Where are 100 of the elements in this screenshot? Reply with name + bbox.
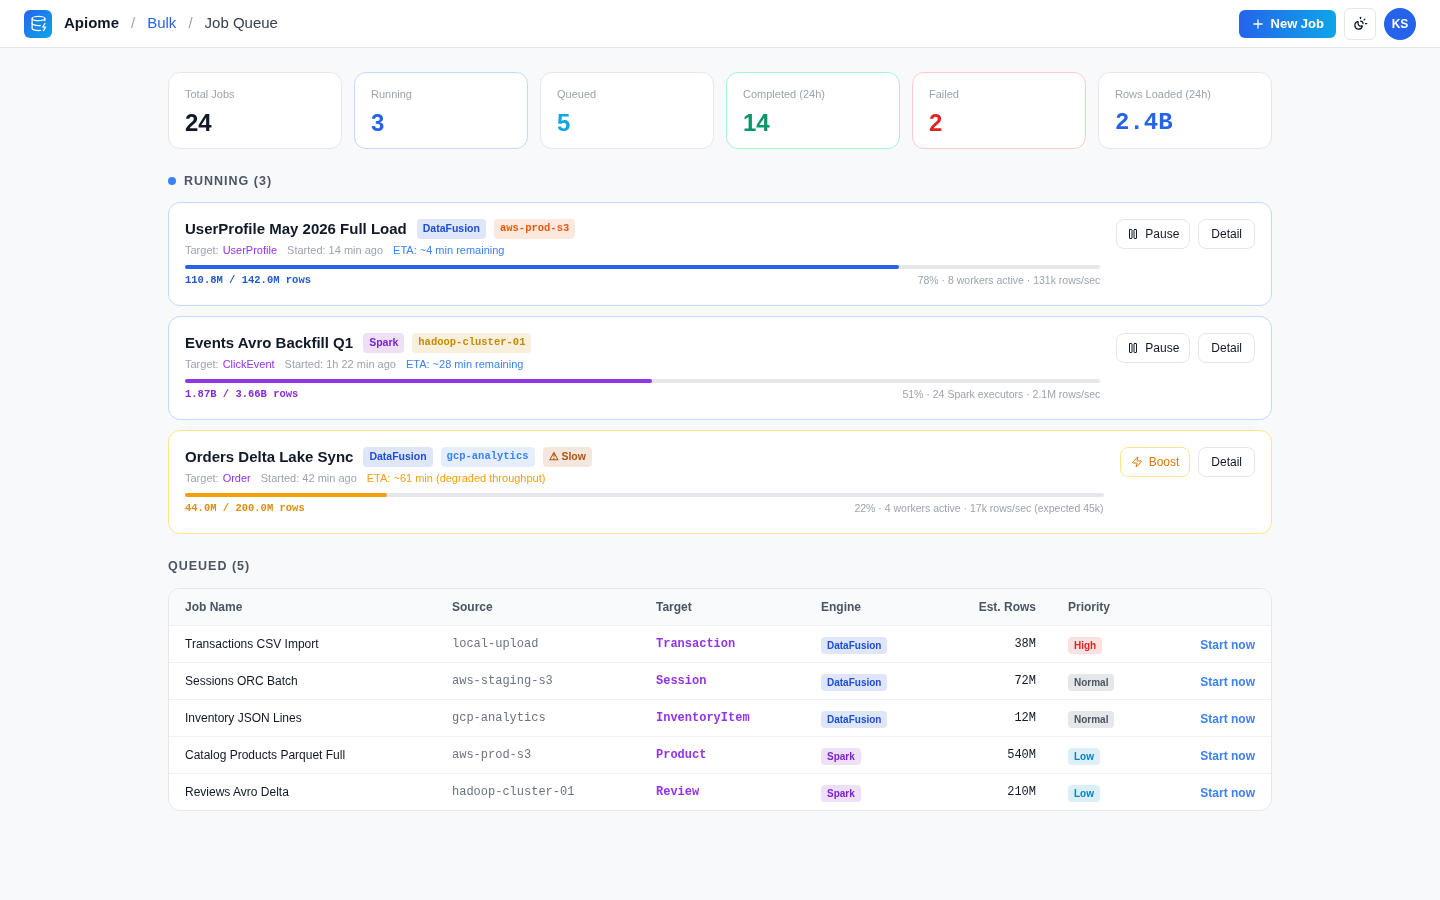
breadcrumb-separator: / xyxy=(131,13,136,34)
column-header: Est. Rows xyxy=(945,589,1052,625)
priority-badge: Normal xyxy=(1068,673,1115,691)
table-cell: 540M xyxy=(945,736,1052,773)
section-title: QUEUED (5) xyxy=(168,557,251,575)
plus-icon xyxy=(1250,16,1265,31)
detail-button[interactable]: Detail xyxy=(1198,333,1255,363)
job-title: UserProfile May 2026 Full Load xyxy=(185,218,407,239)
brand-name: Apiome xyxy=(64,13,119,34)
breadcrumb-separator: / xyxy=(188,13,193,34)
table-cell: Transaction xyxy=(640,625,805,662)
table-cell: Transactions CSV Import xyxy=(169,625,436,662)
moon-icon xyxy=(1352,16,1368,31)
source-tag: aws-prod-s3 xyxy=(493,219,576,239)
table-cell: 72M xyxy=(945,662,1052,699)
engine-badge: Spark xyxy=(821,784,861,802)
column-header: Target xyxy=(640,589,805,625)
breadcrumb-link[interactable]: Bulk xyxy=(147,12,177,35)
stat-value: 14 xyxy=(743,108,771,138)
throughput-text: 22% · 4 workers active · 17k rows/sec (expected 45k) xyxy=(854,501,1104,517)
stat-label: Total Jobs xyxy=(185,87,236,102)
stat-value: 24 xyxy=(185,108,213,138)
engine-badge: DataFusion xyxy=(821,636,888,654)
table-cell: Sessions ORC Batch xyxy=(169,662,436,699)
throughput-text: 78% · 8 workers active · 131k rows/sec xyxy=(917,273,1101,289)
started-text: Started: 1h 22 min ago xyxy=(284,357,396,372)
started-text: Started: 14 min ago xyxy=(287,243,384,258)
start-now-link[interactable]: Start now xyxy=(1200,674,1255,689)
table-cell: Catalog Products Parquet Full xyxy=(169,736,436,773)
engine-badge: DataFusion xyxy=(821,710,888,728)
user-avatar[interactable]: KS xyxy=(1384,7,1416,40)
engine-tag: DataFusion xyxy=(416,219,486,239)
column-header: Source xyxy=(436,589,640,625)
stat-label: Rows Loaded (24h) xyxy=(1115,87,1212,102)
column-header: Job Name xyxy=(169,589,436,625)
eta-text: ETA: ~28 min remaining xyxy=(405,357,524,372)
stat-label: Queued xyxy=(557,87,598,102)
column-header: Priority xyxy=(1052,589,1151,625)
pause-button[interactable]: Pause xyxy=(1116,219,1191,249)
new-job-button[interactable]: New Job xyxy=(1238,9,1336,38)
eta-text: ETA: ~61 min (degraded throughput) xyxy=(366,471,546,486)
table-cell: Inventory JSON Lines xyxy=(169,699,436,736)
table-cell: hadoop-cluster-01 xyxy=(436,773,640,810)
priority-badge: High xyxy=(1068,636,1103,654)
table-cell: gcp-analytics xyxy=(436,699,640,736)
target-label: Target: xyxy=(185,357,219,372)
priority-badge: Low xyxy=(1068,747,1100,765)
target-name: ClickEvent xyxy=(222,357,275,372)
target-name: UserProfile xyxy=(222,243,278,258)
stat-value: 5 xyxy=(557,108,572,138)
table-cell: aws-staging-s3 xyxy=(436,662,640,699)
breadcrumb-current: Job Queue xyxy=(204,13,278,34)
stat-value: 3 xyxy=(371,108,386,138)
source-tag: gcp-analytics xyxy=(440,447,535,467)
pause-icon xyxy=(1127,228,1140,240)
start-now-link[interactable]: Start now xyxy=(1200,748,1255,763)
theme-toggle-button[interactable] xyxy=(1344,7,1376,40)
table-cell: Reviews Avro Delta xyxy=(169,773,436,810)
eta-text: ETA: ~4 min remaining xyxy=(393,243,505,258)
start-now-link[interactable]: Start now xyxy=(1200,637,1255,652)
table-cell: 12M xyxy=(945,699,1052,736)
table-cell: aws-prod-s3 xyxy=(436,736,640,773)
table-cell: Product xyxy=(640,736,805,773)
stat-label: Completed (24h) xyxy=(743,87,826,102)
target-label: Target: xyxy=(185,471,219,486)
table-cell: Session xyxy=(640,662,805,699)
pause-button[interactable]: Pause xyxy=(1116,333,1191,363)
rows-progress-text: 1.87B / 3.66B rows xyxy=(185,387,299,403)
rows-progress-text: 110.8M / 142.0M rows xyxy=(185,273,312,289)
pause-icon xyxy=(1127,342,1140,354)
stat-value: 2.4B xyxy=(1115,108,1174,138)
priority-badge: Low xyxy=(1068,784,1100,802)
rows-progress-text: 44.0M / 200.0M rows xyxy=(185,501,305,517)
target-label: Target: xyxy=(185,243,219,258)
stat-label: Running xyxy=(371,87,413,102)
table-cell: 210M xyxy=(945,773,1052,810)
logo-icon xyxy=(24,9,52,38)
engine-tag: DataFusion xyxy=(363,447,433,467)
engine-tag: Spark xyxy=(363,333,405,353)
section-title: RUNNING (3) xyxy=(184,172,273,190)
engine-badge: Spark xyxy=(821,747,861,765)
table-cell: local-upload xyxy=(436,625,640,662)
job-title: Events Avro Backfill Q1 xyxy=(185,332,354,353)
table-cell: 38M xyxy=(945,625,1052,662)
engine-badge: DataFusion xyxy=(821,673,888,691)
warning-badge: ⚠ Slow xyxy=(542,447,592,467)
boost-button[interactable]: Boost xyxy=(1119,447,1191,477)
detail-button[interactable]: Detail xyxy=(1198,447,1255,477)
start-now-link[interactable]: Start now xyxy=(1200,711,1255,726)
priority-badge: Normal xyxy=(1068,710,1115,728)
table-cell: InventoryItem xyxy=(640,699,805,736)
stat-value: 2 xyxy=(929,108,944,138)
column-header: Engine xyxy=(805,589,945,625)
detail-button[interactable]: Detail xyxy=(1198,219,1255,249)
start-now-link[interactable]: Start now xyxy=(1200,785,1255,800)
throughput-text: 51% · 24 Spark executors · 2.1M rows/sec xyxy=(902,387,1101,403)
table-cell: Review xyxy=(640,773,805,810)
stat-label: Failed xyxy=(929,87,960,102)
target-name: Order xyxy=(222,471,251,486)
source-tag: hadoop-cluster-01 xyxy=(412,333,532,353)
